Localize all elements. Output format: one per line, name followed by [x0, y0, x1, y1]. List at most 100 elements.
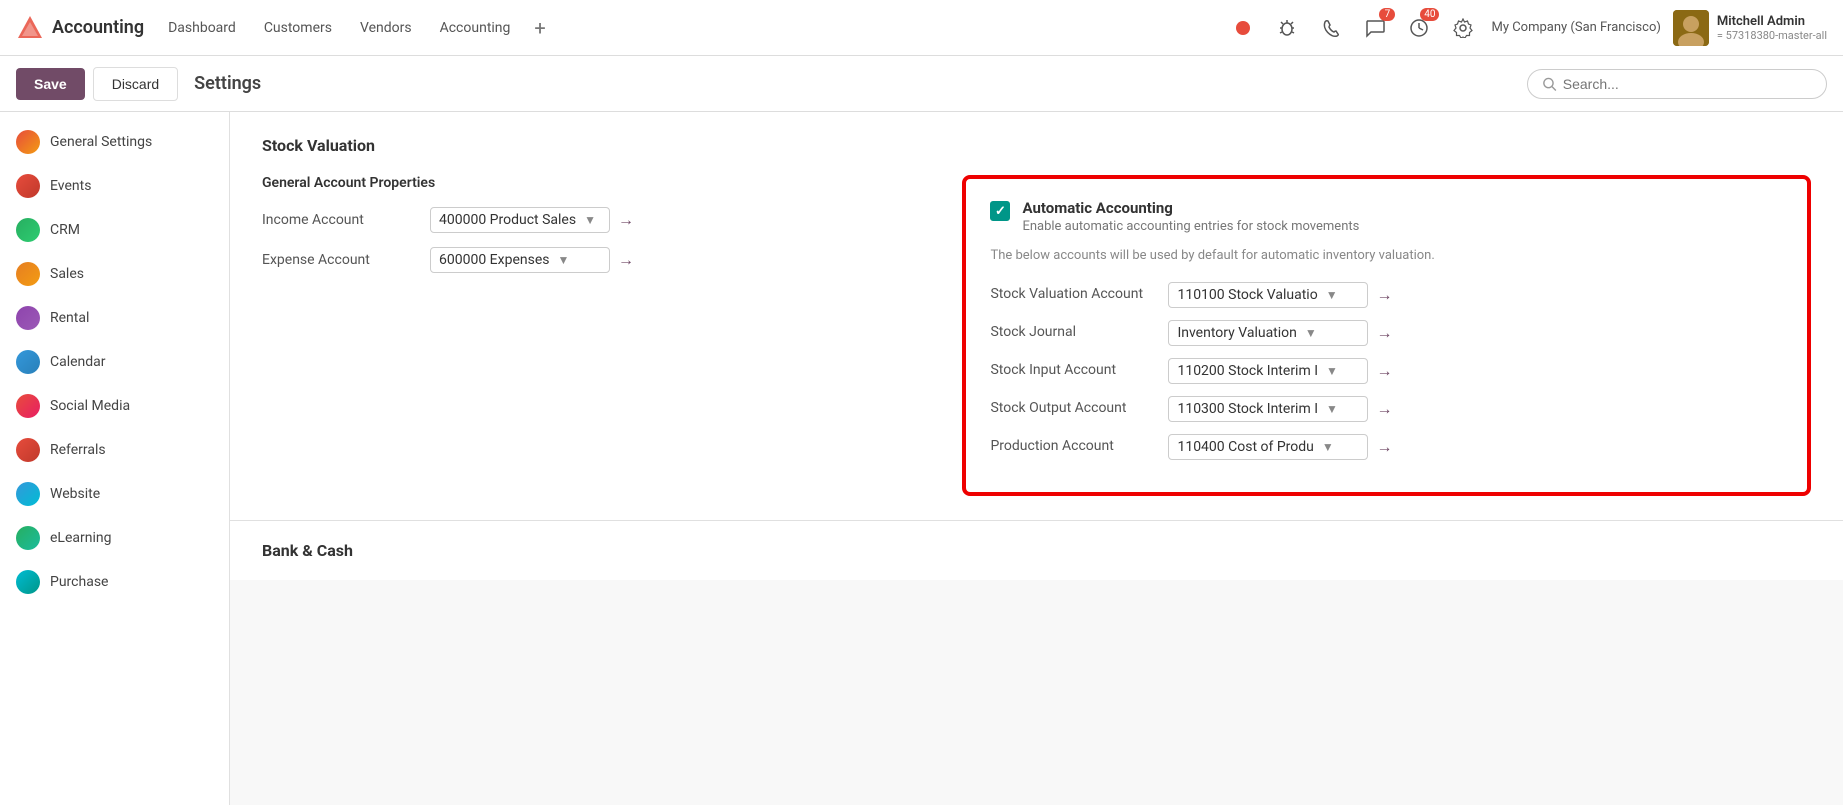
auto-row-0: Stock Valuation Account 110100 Stock Valu…	[990, 282, 1783, 308]
sidebar-item-website[interactable]: Website	[0, 472, 229, 516]
auto-link-4[interactable]: →	[1376, 437, 1392, 457]
purchase-icon	[16, 570, 40, 594]
auto-row-2: Stock Input Account110200 Stock Interim …	[990, 358, 1783, 384]
nav-customers[interactable]: Customers	[252, 14, 344, 42]
sidebar-item-rental[interactable]: Rental	[0, 296, 229, 340]
expense-dropdown-arrow: ▼	[557, 253, 569, 267]
user-info: Mitchell Admin = 57318380-master-all	[1717, 14, 1827, 42]
sidebar-label-referrals: Referrals	[50, 442, 106, 458]
auto-dropdown-3[interactable]: 110300 Stock Interim I▼	[1168, 396, 1368, 422]
general-account-properties: General Account Properties Income Accoun…	[262, 175, 922, 496]
auto-row-4: Production Account 110400 Cost of Produ▼ →	[990, 434, 1783, 460]
company-name: My Company (San Francisco)	[1491, 20, 1660, 35]
red-dot-icon[interactable]	[1227, 12, 1259, 44]
nav-add-button[interactable]: +	[526, 12, 553, 44]
auto-dropdown-2[interactable]: 110200 Stock Interim I ▼	[1168, 358, 1368, 384]
auto-accounting-titles: Automatic Accounting Enable automatic ac…	[1022, 199, 1359, 234]
income-account-value: 400000 Product Sales ▼ →	[430, 207, 634, 233]
auto-label-4: Production Account	[990, 437, 1160, 457]
auto-accounting-header: Automatic Accounting Enable automatic ac…	[990, 199, 1783, 234]
auto-value-text-0: 110100 Stock Valuatio	[1177, 287, 1317, 303]
settings-content: General Account Properties Income Accoun…	[262, 175, 1811, 496]
expense-account-dropdown[interactable]: 600000 Expenses ▼	[430, 247, 610, 273]
auto-link-3[interactable]: →	[1376, 399, 1392, 419]
phone-icon[interactable]	[1315, 12, 1347, 44]
sidebar-item-events[interactable]: Events	[0, 164, 229, 208]
chat-badge: 7	[1379, 8, 1395, 21]
sidebar-item-referrals[interactable]: Referrals	[0, 428, 229, 472]
action-bar: Save Discard Settings	[0, 56, 1843, 112]
auto-dropdown-4[interactable]: 110400 Cost of Produ▼	[1168, 434, 1368, 460]
user-name: Mitchell Admin	[1717, 14, 1827, 29]
general-settings-icon	[16, 130, 40, 154]
user-avatar	[1673, 10, 1709, 46]
expense-account-link[interactable]: →	[618, 250, 634, 270]
search-icon	[1542, 76, 1557, 92]
stock-valuation-section: Stock Valuation General Account Properti…	[230, 112, 1843, 521]
referrals-icon	[16, 438, 40, 462]
auto-dropdown-arrow-1: ▼	[1305, 326, 1317, 340]
auto-row-3: Stock Output Account110300 Stock Interim…	[990, 396, 1783, 422]
company-info[interactable]: My Company (San Francisco)	[1491, 20, 1660, 35]
sidebar-item-general-settings[interactable]: General Settings	[0, 120, 229, 164]
content-area: Stock Valuation General Account Properti…	[230, 112, 1843, 805]
auto-dropdown-1[interactable]: Inventory Valuation▼	[1168, 320, 1368, 346]
sidebar-label-elearning: eLearning	[50, 530, 111, 546]
social-media-icon	[16, 394, 40, 418]
sidebar-item-sales[interactable]: Sales	[0, 252, 229, 296]
auto-dropdown-0[interactable]: 110100 Stock Valuatio ▼	[1168, 282, 1368, 308]
bank-cash-title: Bank & Cash	[262, 541, 1811, 560]
nav-dashboard[interactable]: Dashboard	[156, 14, 248, 42]
income-account-link[interactable]: →	[618, 210, 634, 230]
save-button[interactable]: Save	[16, 68, 85, 100]
chat-icon[interactable]: 7	[1359, 12, 1391, 44]
auto-row-1: Stock Journal Inventory Valuation▼ →	[990, 320, 1783, 346]
search-bar[interactable]	[1527, 69, 1827, 99]
app-logo[interactable]: Accounting	[16, 14, 144, 42]
nav-accounting[interactable]: Accounting	[428, 14, 523, 42]
crm-icon	[16, 218, 40, 242]
auto-link-2[interactable]: →	[1376, 361, 1392, 381]
elearning-icon	[16, 526, 40, 550]
sidebar-item-calendar[interactable]: Calendar	[0, 340, 229, 384]
sidebar-label-sales: Sales	[50, 266, 84, 282]
auto-dropdown-arrow-4: ▼	[1322, 440, 1334, 454]
auto-link-0[interactable]: →	[1376, 285, 1392, 305]
search-input[interactable]	[1563, 76, 1812, 92]
auto-dropdown-arrow-0: ▼	[1326, 288, 1338, 302]
auto-value-wrap-2: 110200 Stock Interim I ▼ →	[1168, 358, 1392, 384]
auto-accounting-title: Automatic Accounting	[1022, 199, 1359, 217]
sidebar-item-crm[interactable]: CRM	[0, 208, 229, 252]
page-title: Settings	[194, 73, 261, 94]
clock-icon[interactable]: 40	[1403, 12, 1435, 44]
income-account-dropdown[interactable]: 400000 Product Sales ▼	[430, 207, 610, 233]
events-icon	[16, 174, 40, 198]
bug-icon[interactable]	[1271, 12, 1303, 44]
auto-value-text-2: 110200 Stock Interim I	[1177, 363, 1318, 379]
auto-link-1[interactable]: →	[1376, 323, 1392, 343]
auto-dropdown-arrow-2: ▼	[1326, 364, 1338, 378]
auto-accounting-checkbox[interactable]	[990, 201, 1010, 221]
auto-value-wrap-0: 110100 Stock Valuatio ▼ →	[1168, 282, 1392, 308]
sidebar-item-social-media[interactable]: Social Media	[0, 384, 229, 428]
app-name: Accounting	[52, 17, 144, 38]
settings-icon[interactable]	[1447, 12, 1479, 44]
sidebar-item-elearning[interactable]: eLearning	[0, 516, 229, 560]
auto-value-wrap-3: 110300 Stock Interim I▼ →	[1168, 396, 1392, 422]
sidebar-label-events: Events	[50, 178, 91, 194]
expense-account-row: Expense Account 600000 Expenses ▼ →	[262, 247, 922, 273]
discard-button[interactable]: Discard	[93, 67, 178, 101]
sidebar-item-purchase[interactable]: Purchase	[0, 560, 229, 604]
auto-label-1: Stock Journal	[990, 323, 1160, 343]
sidebar-label-website: Website	[50, 486, 100, 502]
sidebar-label-social-media: Social Media	[50, 398, 130, 414]
search-bar-wrap	[1527, 69, 1827, 99]
auto-label-0: Stock Valuation Account	[990, 285, 1160, 305]
sidebar-label-rental: Rental	[50, 310, 89, 326]
bank-cash-section: Bank & Cash	[230, 521, 1843, 580]
nav-icons: 7 40	[1227, 12, 1479, 44]
auto-value-wrap-1: Inventory Valuation▼ →	[1168, 320, 1392, 346]
app-logo-icon	[16, 14, 44, 42]
nav-vendors[interactable]: Vendors	[348, 14, 424, 42]
expense-account-label: Expense Account	[262, 252, 422, 268]
